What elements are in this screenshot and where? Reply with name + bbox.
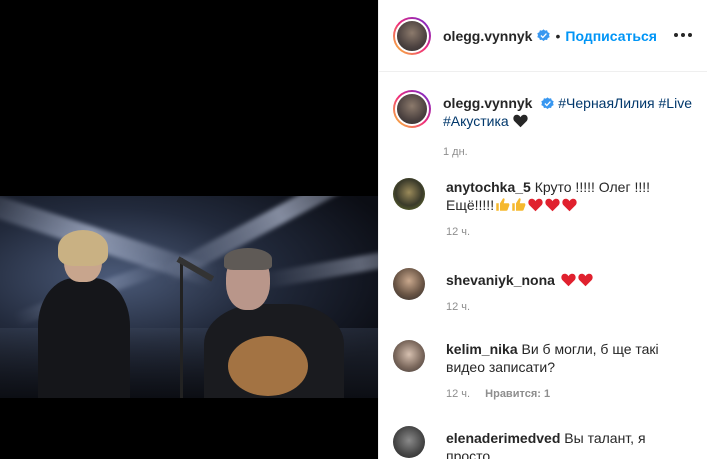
- post-side-panel: olegg.vynnyk • Подписаться olegg.vynnyk …: [378, 0, 707, 459]
- comment-timestamp[interactable]: 12 ч.: [446, 226, 470, 238]
- avatar[interactable]: [393, 16, 431, 55]
- follow-button[interactable]: Подписаться: [565, 28, 657, 44]
- avatar[interactable]: [393, 90, 431, 128]
- performer-left: [38, 230, 130, 398]
- comment-text: Ви б могли, б ще такі: [521, 341, 659, 357]
- comment-text: Круто !!!!! Олег !!!!: [534, 179, 651, 195]
- comment-text: видео записати?: [446, 359, 555, 375]
- post-header: olegg.vynnyk • Подписаться: [379, 0, 707, 72]
- comment-username[interactable]: shevaniyk_nona: [446, 272, 555, 288]
- comment-meta: 12 ч.: [446, 301, 693, 313]
- black-heart-icon: [512, 114, 528, 128]
- comment-username[interactable]: elenaderimedved: [446, 430, 560, 446]
- comment-timestamp[interactable]: 12 ч.: [446, 301, 470, 313]
- guitar: [228, 336, 308, 396]
- avatar[interactable]: [393, 178, 425, 210]
- comment: kelim_nika Ви б могли, б ще такі видео з…: [393, 340, 693, 400]
- comment: shevaniyk_nona 12 ч.: [393, 268, 693, 313]
- comment-likes[interactable]: Нравится: 1: [485, 388, 550, 400]
- video-player[interactable]: [0, 196, 378, 398]
- hashtag-link[interactable]: #Live: [659, 95, 692, 111]
- avatar[interactable]: [393, 340, 425, 372]
- post-media[interactable]: [0, 0, 378, 459]
- comment-username[interactable]: anytochka_5: [446, 179, 531, 195]
- hashtag-link[interactable]: #ЧернаяЛилия: [558, 95, 654, 111]
- post-timestamp[interactable]: 1 дн.: [443, 146, 693, 158]
- caption-username[interactable]: olegg.vynnyk: [443, 95, 532, 111]
- header-username[interactable]: olegg.vynnyk: [443, 28, 532, 44]
- post-caption: olegg.vynnyk #ЧернаяЛилия #Live #Акустик…: [393, 90, 693, 158]
- comment: anytochka_5 Круто !!!!! Олег !!!! Ещё!!!…: [393, 178, 693, 238]
- verified-badge-icon: [541, 97, 555, 110]
- red-heart-icon: [578, 273, 593, 287]
- comment-timestamp[interactable]: 12 ч.: [446, 388, 470, 400]
- comment-meta: 12 ч. Нравится: 1: [446, 388, 693, 400]
- hashtag-link[interactable]: #Акустика: [443, 113, 509, 129]
- avatar[interactable]: [393, 268, 425, 300]
- red-heart-icon: [545, 198, 560, 212]
- red-heart-icon: [528, 198, 543, 212]
- thumbs-up-icon: [496, 198, 510, 211]
- separator-dot: •: [555, 27, 561, 44]
- more-options-icon[interactable]: [674, 26, 692, 44]
- verified-badge-icon: [537, 29, 551, 42]
- thumbs-up-icon: [512, 198, 526, 211]
- red-heart-icon: [561, 273, 576, 287]
- comment-username[interactable]: kelim_nika: [446, 341, 518, 357]
- avatar[interactable]: [393, 426, 425, 458]
- comment: elenaderimedved Вы талант, я просто: [393, 426, 693, 459]
- mic-stand: [180, 258, 183, 398]
- comment-text: Ещё!!!!!: [446, 197, 495, 213]
- red-heart-icon: [562, 198, 577, 212]
- comment-meta: 12 ч.: [446, 226, 693, 238]
